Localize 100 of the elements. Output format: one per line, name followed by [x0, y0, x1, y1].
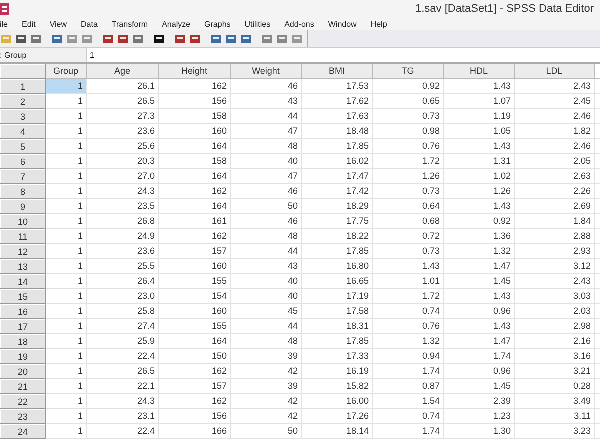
table-cell: 1.45: [444, 274, 515, 289]
table-cell: 17.85: [302, 334, 373, 349]
row-header[interactable]: 22: [0, 394, 46, 409]
table-cell: 1: [46, 289, 87, 304]
table-cell: 18.22: [302, 229, 373, 244]
row-header[interactable]: 3: [0, 109, 46, 124]
table-cell: 1: [46, 274, 87, 289]
table-cell: 3.03: [515, 289, 595, 304]
table-cell: 1: [46, 379, 87, 394]
table-cell: 0.76: [373, 139, 444, 154]
row-header[interactable]: 12: [0, 244, 46, 259]
cell-value-field[interactable]: 1: [86, 48, 600, 62]
table-cell: 25.8: [87, 304, 159, 319]
table-cell: 40: [231, 289, 302, 304]
row-header[interactable]: 9: [0, 199, 46, 214]
table-cell: 1.43: [444, 199, 515, 214]
row-header[interactable]: 16: [0, 304, 46, 319]
table-cell: 17.62: [302, 94, 373, 109]
table-cell: 156: [159, 94, 231, 109]
row-header[interactable]: 2: [0, 94, 46, 109]
column-header[interactable]: Age: [87, 64, 159, 79]
row-header[interactable]: 24: [0, 424, 46, 439]
row-header[interactable]: 21: [0, 379, 46, 394]
table-cell: 164: [159, 199, 231, 214]
row-header[interactable]: 6: [0, 154, 46, 169]
table-cell: 27.3: [87, 109, 159, 124]
table-cell: 2.03: [515, 304, 595, 319]
row-header[interactable]: 23: [0, 409, 46, 424]
menu-item[interactable]: Utilities: [244, 20, 271, 28]
table-cell: 0.92: [444, 214, 515, 229]
menu-item[interactable]: Add-ons: [284, 20, 314, 28]
table-cell: 39: [231, 349, 302, 364]
column-header[interactable]: BMI: [302, 64, 373, 79]
column-header[interactable]: LDL: [515, 64, 595, 79]
table-cell: 43: [231, 259, 302, 274]
column-header[interactable]: HDL: [444, 64, 515, 79]
table-cell: 1.43: [444, 139, 515, 154]
menu-item[interactable]: Transform: [112, 20, 148, 28]
table-cell: 27.0: [87, 169, 159, 184]
row-header[interactable]: 20: [0, 364, 46, 379]
table-cell: 1.47: [444, 334, 515, 349]
table-cell: 3.21: [515, 364, 595, 379]
row-header[interactable]: 14: [0, 274, 46, 289]
table-cell: 3.23: [515, 424, 595, 439]
row-header[interactable]: 13: [0, 259, 46, 274]
table-cell: 2.43: [515, 274, 595, 289]
table-cell: 2.88: [515, 229, 595, 244]
table-cell: 50: [231, 199, 302, 214]
table-cell: 1.07: [444, 94, 515, 109]
row-header[interactable]: 17: [0, 319, 46, 334]
row-header[interactable]: 5: [0, 139, 46, 154]
table-cell: 2.16: [515, 334, 595, 349]
table-cell: 1.43: [444, 79, 515, 94]
menu-item[interactable]: Analyze: [162, 20, 191, 28]
row-header[interactable]: 4: [0, 124, 46, 139]
table-cell: 1: [46, 394, 87, 409]
row-header[interactable]: 11: [0, 229, 46, 244]
column-header[interactable]: TG: [373, 64, 444, 79]
table-cell: 2.39: [444, 394, 515, 409]
column-header[interactable]: Group: [46, 64, 87, 79]
table-cell: 1: [46, 214, 87, 229]
table-cell: 157: [159, 379, 231, 394]
table-cell: 156: [159, 409, 231, 424]
table-cell: 16.00: [302, 394, 373, 409]
table-cell: 44: [231, 244, 302, 259]
column-header[interactable]: Weight: [231, 64, 302, 79]
row-header[interactable]: 15: [0, 289, 46, 304]
table-cell: 3.16: [515, 349, 595, 364]
row-header[interactable]: 10: [0, 214, 46, 229]
menu-item[interactable]: Edit: [22, 20, 36, 28]
menu-item[interactable]: ile: [0, 20, 8, 28]
row-header[interactable]: 18: [0, 334, 46, 349]
table-cell: 2.46: [515, 109, 595, 124]
table-cell: 160: [159, 259, 231, 274]
row-header[interactable]: 1: [0, 79, 46, 94]
menu-item[interactable]: Graphs: [204, 20, 231, 28]
table-cell: 0.65: [373, 94, 444, 109]
row-header[interactable]: 19: [0, 349, 46, 364]
table-cell: 1: [46, 199, 87, 214]
menu-item[interactable]: Window: [328, 20, 357, 28]
table-cell: 1.84: [515, 214, 595, 229]
table-cell: 2.05: [515, 154, 595, 169]
row-header[interactable]: 8: [0, 184, 46, 199]
table-cell: 23.6: [87, 124, 159, 139]
column-header[interactable]: Height: [159, 64, 231, 79]
row-header[interactable]: 7: [0, 169, 46, 184]
table-cell: 155: [159, 274, 231, 289]
table-cell: 1.26: [373, 169, 444, 184]
menu-item[interactable]: Help: [370, 20, 388, 28]
table-cell: 1: [46, 424, 87, 439]
table-cell: 1.36: [444, 229, 515, 244]
menu-item[interactable]: View: [50, 20, 68, 28]
table-cell: 0.92: [373, 79, 444, 94]
menu-item[interactable]: Data: [81, 20, 98, 28]
table-cell: 1: [46, 364, 87, 379]
table-cell: 26.5: [87, 94, 159, 109]
table-cell: 18.31: [302, 319, 373, 334]
table-cell: 164: [159, 139, 231, 154]
table-cell: 0.74: [373, 409, 444, 424]
table-cell: 46: [231, 184, 302, 199]
